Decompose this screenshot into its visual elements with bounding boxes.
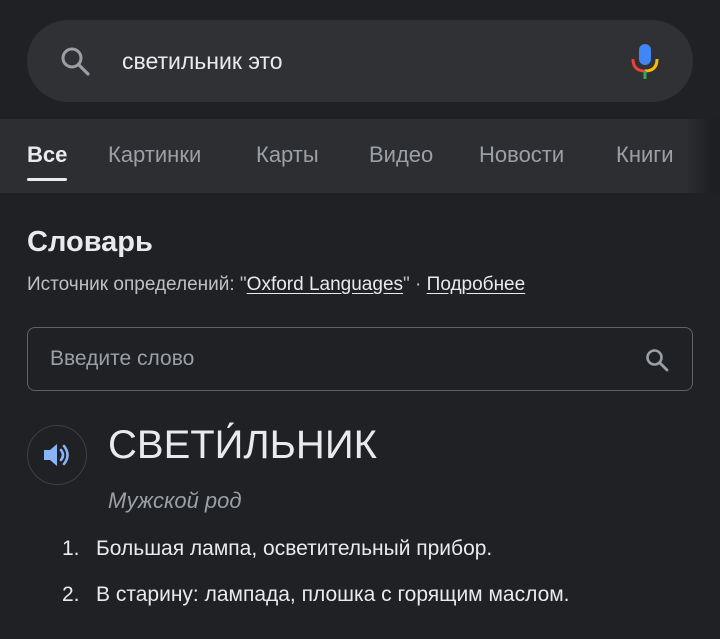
source-suffix: " · [403,274,427,295]
pronunciation-button[interactable] [27,425,87,485]
tab-books[interactable]: Книги [616,141,674,169]
more-info-link[interactable]: Подробнее [427,274,526,295]
word-input-placeholder[interactable]: Введите слово [50,345,194,373]
tab-all[interactable]: Все [27,141,67,169]
dictionary-word-input[interactable]: Введите слово [27,327,693,391]
tab-news[interactable]: Новости [479,141,564,169]
search-tabs: Все Картинки Карты Видео Новости Книги [0,119,720,193]
dictionary-source: Источник определений: "Oxford Languages"… [27,272,525,298]
tab-videos[interactable]: Видео [369,141,433,169]
search-icon[interactable] [59,45,91,77]
tab-maps[interactable]: Карты [256,141,319,169]
search-query[interactable]: светильник это [122,44,283,78]
speaker-icon [44,444,69,466]
definition-text: Большая лампа, осветительный прибор. [96,537,493,560]
search-icon[interactable] [644,347,670,373]
active-tab-indicator [27,178,67,181]
headword: СВЕТИ́ЛЬНИК [108,423,377,467]
definition-item: 1. Большая лампа, осветительный прибор. [62,534,492,564]
tabs-scroll-fade [686,119,720,193]
search-results-page: светильник это Все Картинки Карты Видео … [0,0,720,639]
definition-number: 1. [62,537,80,560]
part-of-speech: Мужской род [108,488,242,513]
definition-text: В старину: лампада, плошка с горящим мас… [96,583,570,606]
microphone-icon[interactable] [630,42,660,80]
tab-images[interactable]: Картинки [108,141,201,169]
oxford-languages-link[interactable]: Oxford Languages [247,274,403,295]
dictionary-title: Словарь [27,226,153,258]
definition-item: 2. В старину: лампада, плошка с горящим м… [62,580,570,610]
search-bar[interactable]: светильник это [27,20,693,102]
definition-number: 2. [62,583,80,606]
source-prefix: Источник определений: " [27,274,247,295]
